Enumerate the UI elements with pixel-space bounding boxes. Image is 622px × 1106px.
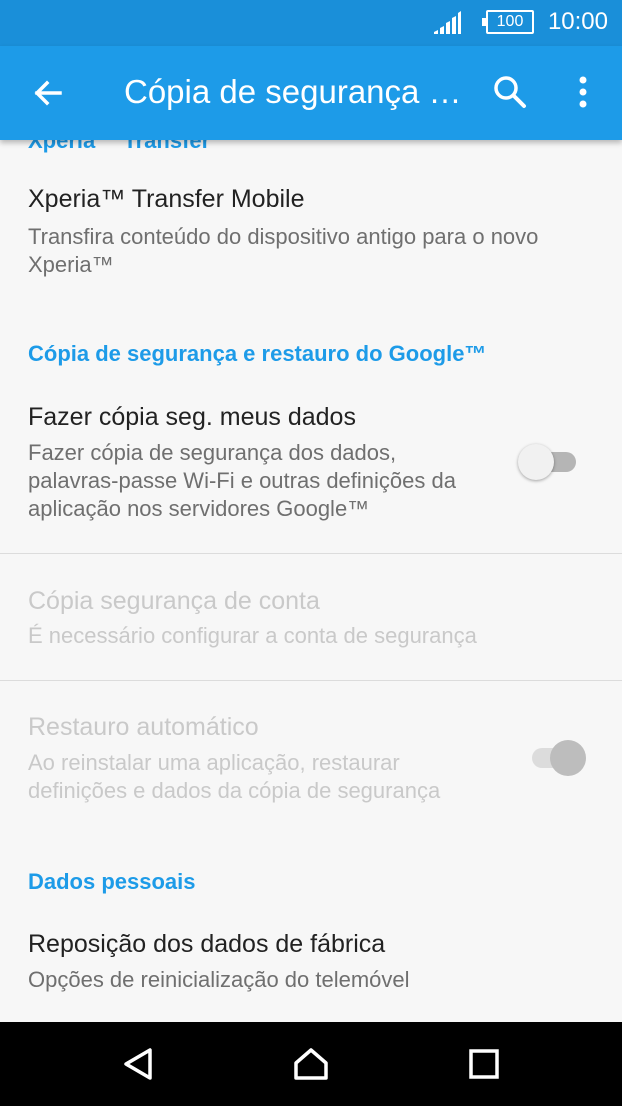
recents-icon[interactable] — [464, 1044, 504, 1084]
search-icon[interactable] — [490, 72, 530, 112]
section-header-google-backup: Cópia de segurança e restauro do Google™ — [28, 341, 487, 366]
settings-list[interactable]: Xperia™ Transfer Xperia™ Transfer Mobile… — [0, 140, 622, 1022]
app-bar: Cópia de segurança e restauro — [0, 46, 622, 140]
status-time: 10:00 — [547, 8, 608, 35]
item-subtitle: É necessário configurar a conta de segur… — [28, 623, 477, 648]
status-bar: 100 10:00 — [0, 0, 622, 46]
item-subtitle: Ao reinstalar uma aplicação, restaurar d… — [28, 750, 441, 803]
item-title: Xperia™ Transfer Mobile — [28, 185, 305, 213]
section-header-personal-data: Dados pessoais — [28, 869, 196, 894]
item-subtitle: Fazer cópia de segurança dos dados, pala… — [28, 440, 456, 521]
auto-restore-toggle[interactable] — [526, 738, 586, 778]
item-title: Fazer cópia seg. meus dados — [28, 403, 356, 431]
item-title: Cópia segurança de conta — [28, 587, 320, 615]
home-icon[interactable] — [291, 1044, 331, 1084]
battery-level: 100 — [496, 13, 524, 30]
item-subtitle: Transfira conteúdo do dispositivo antigo… — [28, 224, 539, 277]
page-title: Cópia de segurança e restauro — [124, 73, 464, 110]
signal-icon — [434, 11, 461, 34]
backup-data-toggle[interactable] — [518, 442, 578, 482]
item-subtitle: Opções de reinicialização do telemóvel — [28, 967, 410, 992]
divider — [0, 553, 622, 554]
navigation-bar — [0, 1022, 622, 1106]
back-arrow-icon[interactable] — [28, 73, 68, 113]
more-vert-icon[interactable] — [568, 72, 598, 112]
back-triangle-icon[interactable] — [118, 1044, 158, 1084]
divider — [0, 680, 622, 681]
toggle-thumb — [518, 444, 554, 480]
battery-icon: 100 — [482, 10, 534, 34]
item-title: Restauro automático — [28, 713, 259, 741]
item-title: Reposição dos dados de fábrica — [28, 930, 386, 958]
toggle-thumb — [550, 740, 586, 776]
section-header-xperia-transfer: Xperia™ Transfer — [28, 140, 211, 153]
